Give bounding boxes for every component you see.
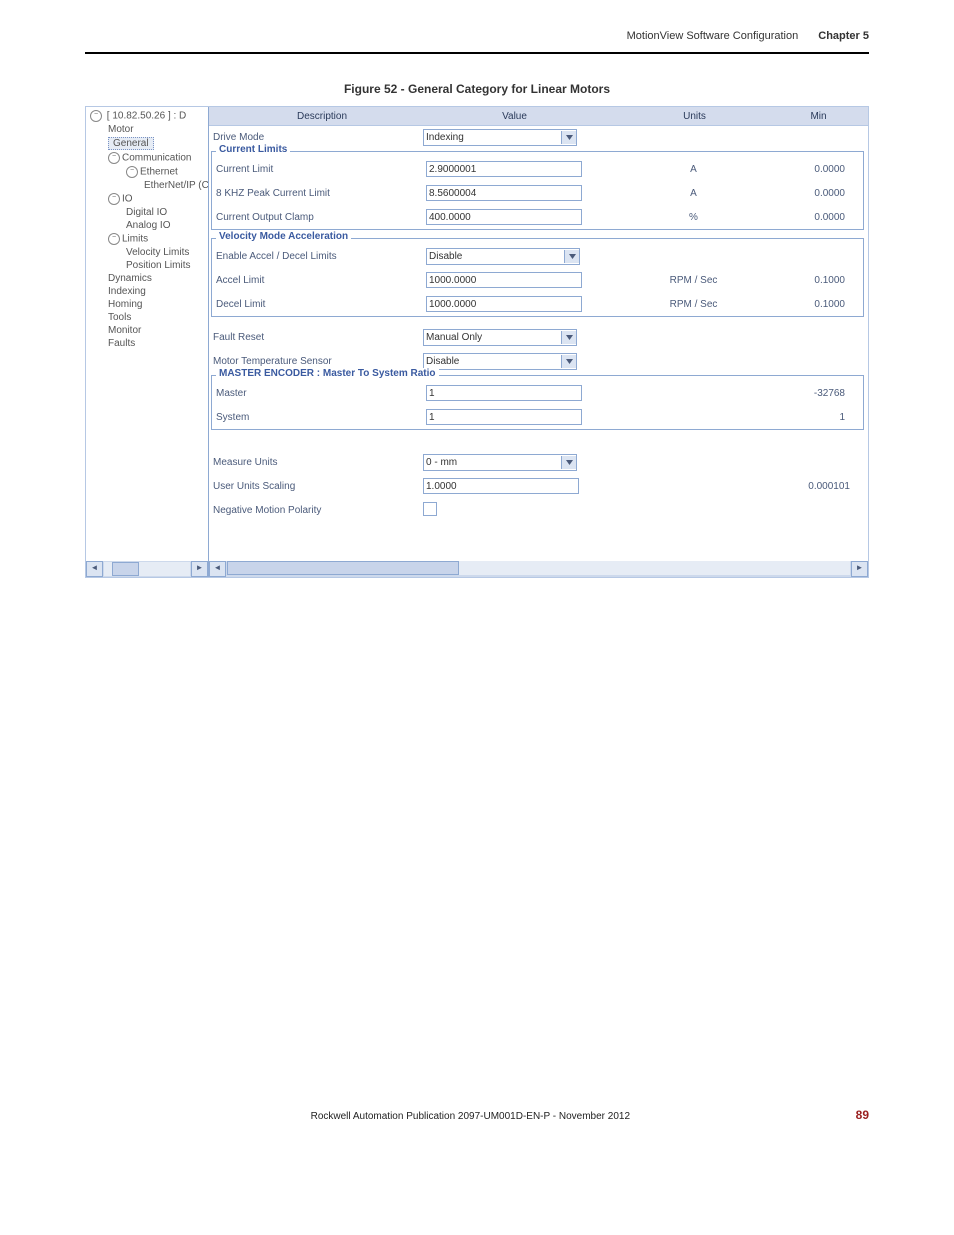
temp-sensor-label: Motor Temperature Sensor	[209, 356, 423, 367]
app-window: − [ 10.82.50.26 ] : D Motor General −Com…	[85, 106, 869, 578]
current-limit-units: A	[601, 164, 786, 175]
accel-limit-min: 0.1000	[786, 275, 863, 286]
master-label: Master	[212, 388, 426, 399]
current-limit-input[interactable]: 2.9000001	[426, 161, 582, 177]
decel-limit-label: Decel Limit	[212, 299, 426, 310]
output-clamp-input[interactable]: 400.0000	[426, 209, 582, 225]
scroll-right-icon[interactable]: ►	[851, 561, 868, 577]
tree-root[interactable]: − [ 10.82.50.26 ] : D	[90, 109, 208, 123]
chevron-down-icon[interactable]	[561, 355, 576, 368]
current-limit-label: Current Limit	[212, 164, 426, 175]
tree-item-tools[interactable]: Tools	[90, 311, 208, 324]
tree-item-ethernet[interactable]: −Ethernet	[90, 165, 208, 179]
system-min: 1	[786, 412, 863, 423]
current-limit-min: 0.0000	[786, 164, 863, 175]
collapse-icon[interactable]: −	[108, 152, 120, 164]
tree-item-motor[interactable]: Motor	[90, 123, 208, 136]
measure-units-combo[interactable]: 0 - mm	[423, 454, 577, 471]
neg-polarity-label: Negative Motion Polarity	[209, 505, 423, 516]
decel-limit-units: RPM / Sec	[601, 299, 786, 310]
system-input[interactable]: 1	[426, 409, 582, 425]
tree-item-general[interactable]: General	[90, 136, 208, 151]
accel-limit-label: Accel Limit	[212, 275, 426, 286]
parameter-panel: Description Value Units Min Drive Mode I…	[209, 107, 868, 577]
tree-item-homing[interactable]: Homing	[90, 298, 208, 311]
enable-accel-label: Enable Accel / Decel Limits	[212, 251, 426, 262]
enable-accel-combo[interactable]: Disable	[426, 248, 580, 265]
collapse-icon[interactable]: −	[108, 233, 120, 245]
tree-item-ethernetip[interactable]: EtherNet/IP (CI	[90, 179, 208, 192]
output-clamp-label: Current Output Clamp	[212, 212, 426, 223]
tree-item-limits[interactable]: −Limits	[90, 232, 208, 246]
scroll-thumb[interactable]	[112, 562, 139, 576]
tree-item-digital-io[interactable]: Digital IO	[90, 206, 208, 219]
scroll-track[interactable]	[104, 562, 190, 576]
drive-mode-combo[interactable]: Indexing	[423, 129, 577, 146]
peak-current-units: A	[601, 188, 786, 199]
tree-root-label: [ 10.82.50.26 ] : D	[107, 111, 187, 122]
accel-limit-units: RPM / Sec	[601, 275, 786, 286]
chevron-down-icon[interactable]	[561, 331, 576, 344]
footer-publication: Rockwell Automation Publication 2097-UM0…	[85, 1111, 856, 1122]
grid-header: Description Value Units Min	[209, 107, 868, 126]
tree-item-communication[interactable]: −Communication	[90, 151, 208, 165]
peak-current-label: 8 KHZ Peak Current Limit	[212, 188, 426, 199]
figure-title: Figure 52 - General Category for Linear …	[0, 82, 954, 96]
scroll-left-icon[interactable]: ◄	[209, 561, 226, 577]
output-clamp-min: 0.0000	[786, 212, 863, 223]
scroll-right-icon[interactable]: ►	[191, 561, 208, 577]
scroll-thumb[interactable]	[227, 561, 459, 575]
collapse-icon[interactable]: −	[108, 193, 120, 205]
col-description: Description	[209, 111, 427, 122]
master-input[interactable]: 1	[426, 385, 582, 401]
decel-limit-input[interactable]: 1000.0000	[426, 296, 582, 312]
master-min: -32768	[786, 388, 863, 399]
tree-item-dynamics[interactable]: Dynamics	[90, 272, 208, 285]
chevron-down-icon[interactable]	[564, 250, 579, 263]
nav-tree[interactable]: − [ 10.82.50.26 ] : D Motor General −Com…	[86, 107, 209, 577]
tree-item-position-limits[interactable]: Position Limits	[90, 259, 208, 272]
drive-mode-label: Drive Mode	[209, 132, 423, 143]
decel-limit-min: 0.1000	[786, 299, 863, 310]
measure-units-label: Measure Units	[209, 457, 423, 468]
neg-polarity-checkbox[interactable]	[423, 502, 437, 516]
group-velocity-accel: Velocity Mode Acceleration	[216, 231, 351, 242]
col-units: Units	[602, 111, 787, 122]
col-min: Min	[787, 111, 868, 122]
chevron-down-icon[interactable]	[561, 131, 576, 144]
chevron-down-icon[interactable]	[561, 456, 576, 469]
accel-limit-input[interactable]: 1000.0000	[426, 272, 582, 288]
header-title: MotionView Software Configuration	[627, 30, 799, 42]
output-clamp-units: %	[601, 212, 786, 223]
tree-item-faults[interactable]: Faults	[90, 337, 208, 350]
user-scaling-min: 0.000101	[783, 481, 868, 492]
fault-reset-label: Fault Reset	[209, 332, 423, 343]
collapse-icon[interactable]: −	[126, 166, 138, 178]
fault-reset-combo[interactable]: Manual Only	[423, 329, 577, 346]
user-scaling-input[interactable]: 1.0000	[423, 478, 579, 494]
header-chapter: Chapter 5	[818, 30, 869, 42]
scroll-left-icon[interactable]: ◄	[86, 561, 103, 577]
tree-item-analog-io[interactable]: Analog IO	[90, 219, 208, 232]
group-current-limits: Current Limits	[216, 144, 290, 155]
user-scaling-label: User Units Scaling	[209, 481, 423, 492]
tree-horizontal-scrollbar[interactable]: ◄ ►	[86, 561, 208, 577]
drive-mode-value: Indexing	[424, 132, 561, 143]
footer-page-number: 89	[856, 1108, 869, 1122]
tree-item-monitor[interactable]: Monitor	[90, 324, 208, 337]
collapse-icon[interactable]: −	[90, 110, 102, 122]
system-label: System	[212, 412, 426, 423]
scroll-track[interactable]	[227, 561, 850, 575]
tree-item-velocity-limits[interactable]: Velocity Limits	[90, 246, 208, 259]
peak-current-input[interactable]: 8.5600004	[426, 185, 582, 201]
tree-item-io[interactable]: −IO	[90, 192, 208, 206]
temp-sensor-combo[interactable]: Disable	[423, 353, 577, 370]
group-master-encoder: MASTER ENCODER : Master To System Ratio	[216, 368, 439, 379]
tree-item-indexing[interactable]: Indexing	[90, 285, 208, 298]
main-horizontal-scrollbar[interactable]: ◄ ►	[209, 561, 868, 577]
peak-current-min: 0.0000	[786, 188, 863, 199]
col-value: Value	[427, 111, 602, 122]
